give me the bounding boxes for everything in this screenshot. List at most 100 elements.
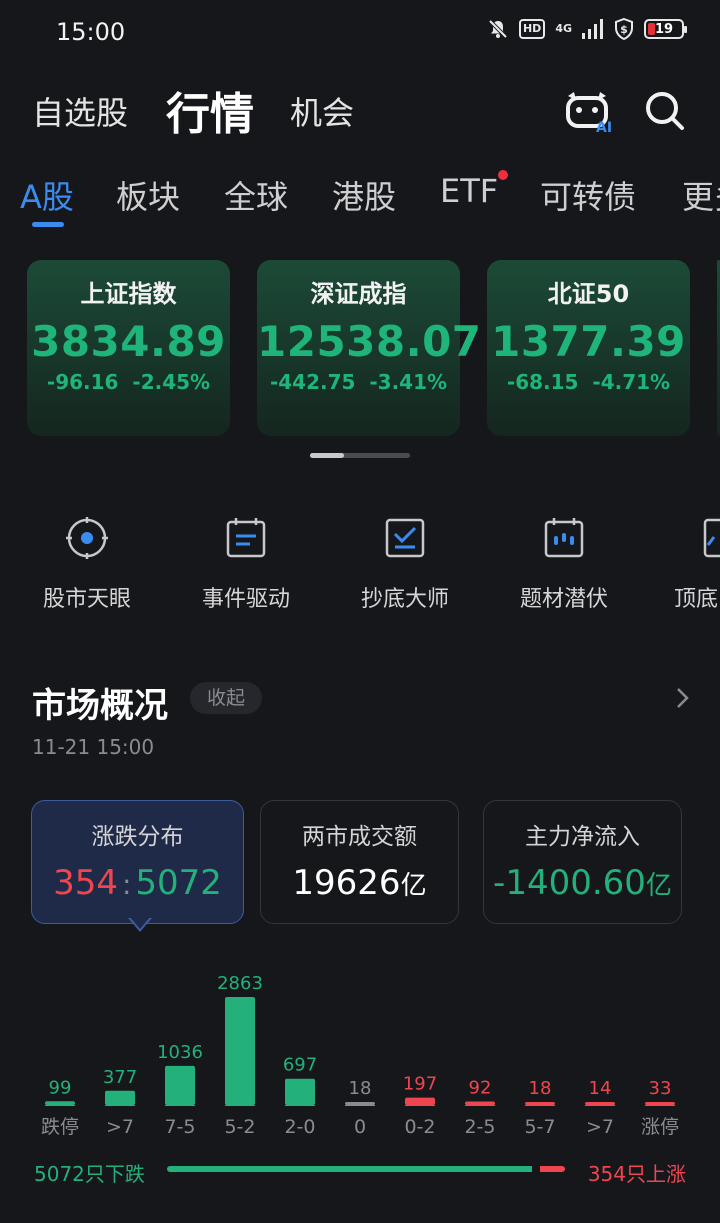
network-type: 4G	[555, 23, 572, 34]
calendar-list-icon	[226, 518, 266, 558]
tool-bottom-fishing[interactable]: 抄底大师	[325, 515, 485, 613]
tab-a-shares[interactable]: A股	[20, 172, 74, 218]
bar-0	[45, 1101, 75, 1105]
bar-7	[465, 1101, 495, 1105]
mute-bell-icon	[488, 19, 508, 39]
rise-ratio-bar	[540, 1166, 565, 1172]
rise-summary: 354只上涨	[587, 1162, 686, 1186]
bar-value-label-2: 1036	[157, 1042, 203, 1063]
tab-hk-stocks[interactable]: 港股	[332, 172, 396, 218]
bar-value-label-9: 14	[589, 1078, 612, 1099]
index-name: 北证50	[547, 280, 630, 308]
index-change-percent: -2.45%	[132, 370, 211, 394]
tab-more[interactable]: 更多	[682, 172, 720, 218]
index-change-points: -96.16	[46, 370, 119, 394]
signal-icon	[582, 19, 603, 39]
turnover-value: 19626	[292, 863, 401, 903]
bar-5	[345, 1102, 375, 1105]
tab-convertible-bonds[interactable]: 可转债	[540, 172, 636, 218]
stat-label: 两市成交额	[302, 824, 417, 850]
calendar-dots-icon	[544, 518, 584, 558]
index-card-bse50[interactable]: 北证50 1377.39 -68.15 -4.71%	[487, 260, 690, 436]
index-value: 12538.07	[257, 317, 482, 366]
battery-icon: 19	[644, 19, 687, 39]
tool-label: 题材潜伏	[519, 587, 608, 612]
search-icon	[646, 92, 684, 130]
stat-value: 354:5072	[32, 863, 243, 903]
index-change: -68.15 -4.71%	[487, 370, 690, 394]
index-change: -96.16 -2.45%	[27, 370, 230, 394]
stat-turnover[interactable]: 两市成交额 19626亿	[260, 800, 459, 924]
carousel-scroll-thumb	[310, 453, 344, 458]
tab-etf[interactable]: ETF	[440, 172, 498, 210]
index-change-points: -442.75	[269, 370, 356, 394]
svg-text:$: $	[620, 23, 628, 36]
tab-global[interactable]: 全球	[224, 172, 288, 218]
tool-label: 顶底	[674, 587, 719, 612]
index-card-szse[interactable]: 深证成指 12538.07 -442.75 -3.41%	[257, 260, 482, 436]
status-icons: HD 4G $ 19	[487, 18, 687, 40]
bar-category-label-5: 0	[354, 1116, 366, 1138]
bar-10	[645, 1102, 675, 1105]
tab-market[interactable]: 行情	[166, 78, 254, 142]
active-tab-underline	[32, 222, 64, 227]
search-button[interactable]	[644, 90, 686, 136]
bar-4	[285, 1078, 315, 1105]
bar-category-label-3: 5-2	[224, 1116, 255, 1138]
tool-market-eye[interactable]: 股市天眼	[7, 515, 167, 613]
tab-opportunity[interactable]: 机会	[290, 88, 354, 134]
bar-value-label-4: 697	[283, 1055, 317, 1076]
tool-top-bottom[interactable]: 顶底	[674, 515, 720, 613]
ai-badge: AI	[596, 120, 612, 134]
battery-level: 19	[654, 21, 674, 37]
bar-value-label-0: 99	[49, 1077, 72, 1098]
bar-3	[225, 997, 255, 1105]
bar-8	[525, 1102, 555, 1105]
overview-more-button[interactable]	[672, 686, 692, 714]
index-value: 3834.89	[31, 317, 226, 366]
update-timestamp: 11-21 15:00	[32, 735, 155, 759]
bar-category-label-4: 2-0	[284, 1116, 315, 1138]
tab-sectors[interactable]: 板块	[116, 172, 180, 218]
bar-value-label-8: 18	[529, 1078, 552, 1099]
ai-assistant-button[interactable]: AI	[562, 88, 612, 138]
index-value: 1377.39	[491, 317, 686, 366]
ai-robot-icon: AI	[566, 92, 612, 136]
bar-1	[105, 1090, 135, 1105]
selected-pointer-inner	[130, 917, 150, 929]
bar-2	[165, 1065, 195, 1105]
hd-badge: HD	[518, 19, 546, 39]
stat-net-inflow[interactable]: 主力净流入 -1400.60亿	[483, 800, 682, 924]
tool-theme-ambush[interactable]: 题材潜伏	[484, 515, 644, 613]
stat-label: 涨跌分布	[91, 824, 184, 850]
turnover-unit: 亿	[400, 871, 427, 901]
tool-label: 股市天眼	[42, 587, 131, 612]
eye-target-icon	[66, 517, 108, 559]
stat-value: -1400.60亿	[484, 863, 681, 903]
tool-event-driven[interactable]: 事件驱动	[166, 515, 326, 613]
index-name: 深证成指	[310, 280, 407, 308]
index-card-sse[interactable]: 上证指数 3834.89 -96.16 -2.45%	[27, 260, 230, 436]
fall-ratio-bar	[167, 1166, 532, 1172]
partial-tool-icon	[703, 518, 720, 558]
tab-watchlist[interactable]: 自选股	[32, 88, 128, 134]
bar-value-label-5: 18	[349, 1078, 372, 1099]
chart-check-icon	[385, 518, 425, 558]
stat-label: 主力净流入	[525, 824, 640, 850]
bar-value-label-6: 197	[403, 1074, 437, 1095]
bar-category-label-6: 0-2	[404, 1116, 435, 1138]
etf-notification-dot	[498, 170, 508, 180]
index-change-percent: -4.71%	[592, 370, 671, 394]
inflow-value: -1400.60	[493, 863, 646, 903]
ratio-separator: :	[121, 868, 132, 901]
tab-more-clip: 更多	[682, 172, 720, 218]
fall-summary: 5072只下跌	[34, 1162, 145, 1186]
bar-category-label-0: 跌停	[41, 1116, 79, 1138]
bar-category-label-8: 5-7	[524, 1116, 555, 1138]
bar-category-label-10: 涨停	[641, 1116, 679, 1138]
fall-count: 5072	[135, 863, 222, 903]
stat-value: 19626亿	[261, 863, 458, 903]
collapse-button[interactable]: 收起	[190, 682, 262, 714]
index-name: 上证指数	[80, 280, 177, 308]
stat-rise-fall-distribution[interactable]: 涨跌分布 354:5072	[31, 800, 244, 924]
